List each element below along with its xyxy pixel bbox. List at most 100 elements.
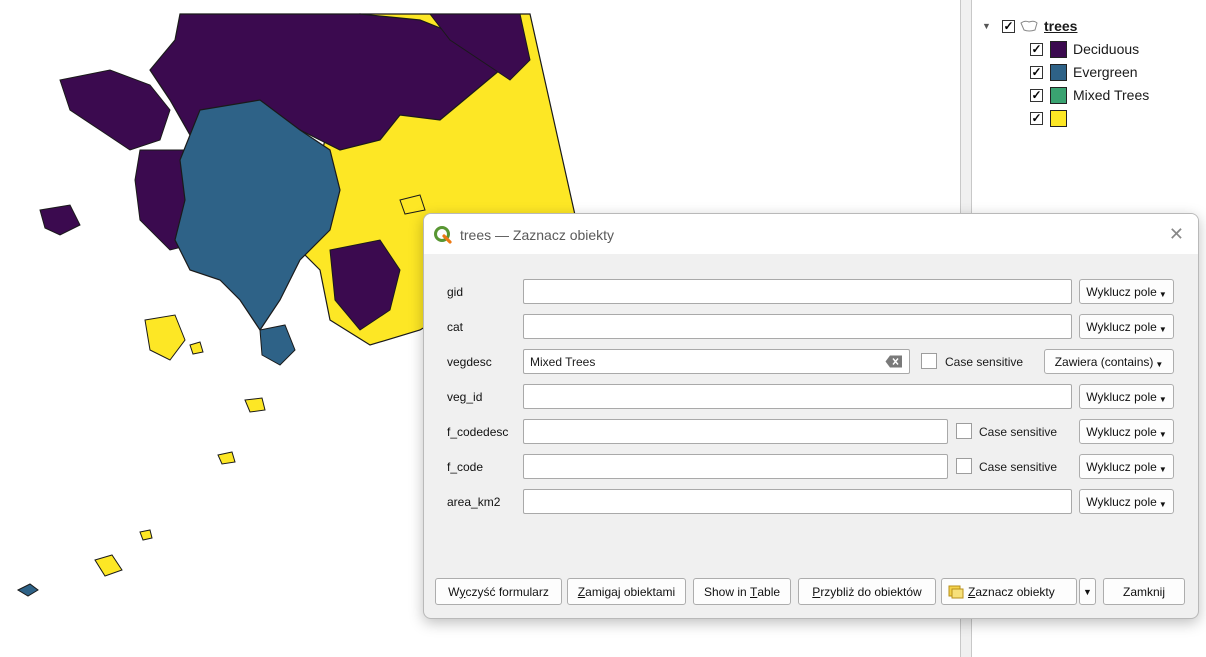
dropdown-arrow-icon: ▼ bbox=[1158, 500, 1167, 509]
case-sensitive-label: Case sensitive bbox=[979, 460, 1058, 474]
dropdown-arrow-icon: ▼ bbox=[1158, 395, 1167, 404]
close-button[interactable]: Zamknij bbox=[1103, 578, 1185, 605]
button-label: aznacz obiekty bbox=[975, 584, 1055, 599]
deciduous-swatch bbox=[1050, 40, 1067, 58]
field-label: f_codedesc bbox=[447, 425, 509, 439]
button-label: able bbox=[757, 584, 781, 599]
dropdown-arrow-icon: ▼ bbox=[1083, 586, 1092, 597]
layer-row-trees[interactable]: ▼ ✓ trees bbox=[982, 15, 1077, 37]
field-row-area-km2: area_km2 Wyklucz pole ▼ bbox=[424, 489, 1198, 515]
evergreen-swatch bbox=[1050, 63, 1067, 81]
flash-features-button[interactable]: Zamigaj obiektami bbox=[567, 578, 686, 605]
contains-operator-button[interactable]: Zawiera (contains) ▼ bbox=[1044, 349, 1174, 374]
close-icon[interactable]: ✕ bbox=[1169, 224, 1184, 245]
field-label: cat bbox=[447, 320, 464, 334]
polygon-other-d bbox=[94, 554, 123, 577]
legend-checkbox[interactable]: ✓ bbox=[1030, 65, 1043, 79]
legend-checkbox[interactable]: ✓ bbox=[1030, 88, 1043, 102]
veg-id-input[interactable] bbox=[523, 384, 1072, 409]
mnemonic: T bbox=[750, 584, 758, 599]
case-sensitive-label: Case sensitive bbox=[979, 425, 1058, 439]
field-row-veg-id: veg_id Wyklucz pole ▼ bbox=[424, 384, 1198, 410]
polygon-layer-icon bbox=[1020, 20, 1038, 32]
select-features-icon bbox=[948, 585, 964, 598]
zoom-to-features-button[interactable]: Przybliż do obiektów bbox=[798, 578, 936, 605]
qgis-logo-icon bbox=[434, 226, 452, 244]
expand-arrow-icon[interactable]: ▼ bbox=[982, 21, 996, 31]
f-codedesc-input[interactable] bbox=[523, 419, 948, 444]
case-sensitive-checkbox[interactable] bbox=[921, 353, 937, 369]
dialog-title: trees — Zaznacz obiekty bbox=[460, 227, 615, 243]
case-sensitive-label: Case sensitive bbox=[945, 355, 1024, 369]
field-label: vegdesc bbox=[447, 355, 492, 369]
legend-label: Mixed Trees bbox=[1073, 87, 1150, 103]
exclude-field-button[interactable]: Wyklucz pole ▼ bbox=[1079, 419, 1174, 444]
button-label: amigaj obiektami bbox=[585, 584, 676, 599]
legend-item-mixed-trees[interactable]: ✓ Mixed Trees bbox=[1030, 84, 1149, 106]
polygon-evergreen-tiny bbox=[16, 583, 39, 597]
button-label: Wyklucz pole bbox=[1086, 424, 1157, 439]
clear-text-icon[interactable] bbox=[885, 355, 903, 368]
polygon-other-f bbox=[189, 341, 204, 355]
field-row-f-code: f_code Case sensitive Wyklucz pole ▼ bbox=[424, 454, 1198, 480]
field-label: gid bbox=[447, 285, 464, 299]
select-features-button[interactable]: Zaznacz obiekty bbox=[941, 578, 1077, 605]
exclude-field-button[interactable]: Wyklucz pole ▼ bbox=[1079, 489, 1174, 514]
polygon-other-c bbox=[217, 451, 236, 465]
button-label: rzybliż do obiektów bbox=[820, 584, 922, 599]
cat-input[interactable] bbox=[523, 314, 1072, 339]
dialog-titlebar[interactable]: trees — Zaznacz obiekty ✕ bbox=[424, 214, 1198, 254]
button-label: czyść formularz bbox=[465, 584, 549, 599]
button-label: Wyklucz pole bbox=[1086, 459, 1157, 474]
f-code-input[interactable] bbox=[523, 454, 948, 479]
show-in-table-button[interactable]: Show in Table bbox=[693, 578, 791, 605]
other-swatch bbox=[1050, 109, 1067, 127]
button-label: Wyklucz pole bbox=[1086, 284, 1157, 299]
legend-item-deciduous[interactable]: ✓ Deciduous bbox=[1030, 38, 1139, 60]
select-options-dropdown[interactable]: ▼ bbox=[1079, 578, 1096, 605]
legend-label: Deciduous bbox=[1073, 41, 1140, 57]
vegdesc-input[interactable]: Mixed Trees bbox=[523, 349, 910, 374]
field-label: f_code bbox=[447, 460, 484, 474]
exclude-field-button[interactable]: Wyklucz pole ▼ bbox=[1079, 454, 1174, 479]
field-row-gid: gid Wyklucz pole ▼ bbox=[424, 279, 1198, 305]
legend-item-other[interactable]: ✓ bbox=[1030, 107, 1073, 129]
select-features-dialog: trees — Zaznacz obiekty ✕ gid Wyklucz po… bbox=[423, 213, 1199, 619]
polygon-other-e bbox=[139, 529, 153, 541]
mnemonic: Z bbox=[577, 584, 586, 599]
area-km2-input[interactable] bbox=[523, 489, 1072, 514]
field-row-cat: cat Wyklucz pole ▼ bbox=[424, 314, 1198, 340]
polygon-other-b bbox=[244, 397, 266, 413]
button-label: Show in bbox=[703, 584, 750, 599]
button-label: Wyklucz pole bbox=[1086, 389, 1157, 404]
case-sensitive-checkbox[interactable] bbox=[956, 458, 972, 474]
button-label: Wyklucz pole bbox=[1086, 319, 1157, 334]
exclude-field-button[interactable]: Wyklucz pole ▼ bbox=[1079, 314, 1174, 339]
legend-checkbox[interactable]: ✓ bbox=[1030, 42, 1043, 56]
exclude-field-button[interactable]: Wyklucz pole ▼ bbox=[1079, 279, 1174, 304]
button-label: Wyklucz pole bbox=[1086, 494, 1157, 509]
field-row-vegdesc: vegdesc Mixed Trees Case sensitive Zawie… bbox=[424, 349, 1198, 375]
exclude-field-button[interactable]: Wyklucz pole ▼ bbox=[1079, 384, 1174, 409]
gid-input[interactable] bbox=[523, 279, 1072, 304]
button-label: Zawiera (contains) bbox=[1054, 354, 1154, 369]
button-label: Zamknij bbox=[1122, 584, 1165, 599]
field-label: veg_id bbox=[447, 390, 483, 404]
dropdown-arrow-icon: ▼ bbox=[1155, 360, 1164, 369]
case-sensitive-checkbox[interactable] bbox=[956, 423, 972, 439]
button-label: W bbox=[448, 584, 460, 599]
polygon-deciduous-left bbox=[59, 69, 171, 151]
layer-checkbox[interactable]: ✓ bbox=[1002, 19, 1015, 33]
legend-item-evergreen[interactable]: ✓ Evergreen bbox=[1030, 61, 1138, 83]
mixed-trees-swatch bbox=[1050, 86, 1067, 104]
mnemonic: Z bbox=[968, 584, 976, 599]
clear-form-button[interactable]: Wy czyść formularz bbox=[435, 578, 562, 605]
dropdown-arrow-icon: ▼ bbox=[1158, 325, 1167, 334]
input-value: Mixed Trees bbox=[530, 355, 596, 369]
layer-name[interactable]: trees bbox=[1044, 18, 1077, 34]
legend-label: Evergreen bbox=[1073, 64, 1138, 80]
dropdown-arrow-icon: ▼ bbox=[1158, 430, 1167, 439]
legend-checkbox[interactable]: ✓ bbox=[1030, 111, 1043, 125]
polygon-evergreen-small bbox=[259, 324, 296, 366]
dropdown-arrow-icon: ▼ bbox=[1158, 290, 1167, 299]
